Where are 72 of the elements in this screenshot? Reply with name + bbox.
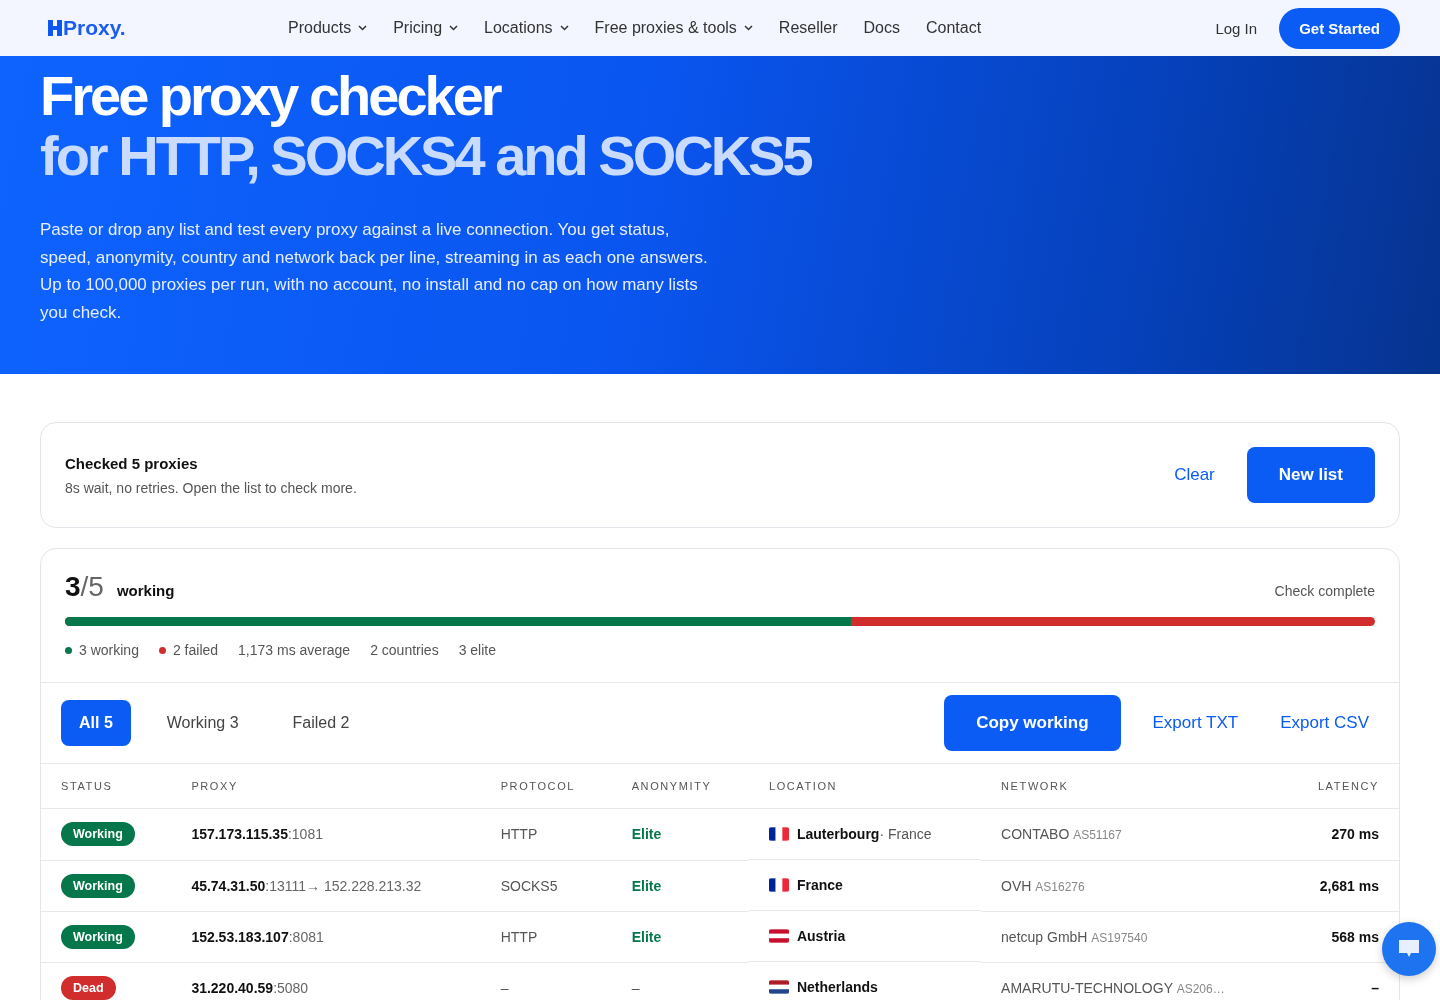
hero-title: Free proxy checker xyxy=(40,66,502,126)
filter-tab[interactable]: All 5 xyxy=(61,700,131,746)
stat-text: 2 failed xyxy=(172,642,219,658)
network-text: AMARUTU-TECHNOLOGY AS206… xyxy=(1001,979,1225,996)
logo-mark-icon xyxy=(48,20,62,36)
status-badge: Working xyxy=(61,924,135,949)
nav-link[interactable]: Contact xyxy=(925,19,982,37)
network-text: CONTABO AS51167 xyxy=(1001,826,1122,843)
column-header: LOCATION xyxy=(748,764,982,809)
network-text: netcup GmbH AS197540 xyxy=(1001,928,1148,945)
latency-text: 568 ms xyxy=(1331,928,1379,945)
new-list-button[interactable]: New list xyxy=(1246,447,1375,503)
nav-link[interactable]: Reseller xyxy=(778,19,838,37)
hero-subtitle: for HTTP, SOCKS4 and SOCKS5 xyxy=(40,126,813,186)
protocol-text: – xyxy=(500,979,509,996)
stat-text: 3 working xyxy=(79,642,139,658)
summary-title: Checked 5 proxies xyxy=(65,454,199,472)
location-text: France xyxy=(796,877,843,893)
clear-button[interactable]: Clear xyxy=(1174,465,1215,485)
working-count: 3/5 xyxy=(65,571,104,603)
protocol-text: HTTP xyxy=(500,928,538,945)
proxy-address: 152.53.183.107:8081 xyxy=(191,928,324,945)
working-label: working xyxy=(116,582,176,599)
export-button[interactable]: Export TXT xyxy=(1152,713,1239,733)
nav-link[interactable]: Docs xyxy=(863,19,900,37)
nav-link[interactable]: Locations xyxy=(484,19,569,37)
network-text: OVH AS16276 xyxy=(1001,877,1085,894)
summary-subtitle: 8s wait, no retries. Open the list to check more. xyxy=(65,479,358,496)
proxy-address: 45.74.31.50:13111→ 152.228.213.32 xyxy=(191,877,422,894)
status-badge: Dead xyxy=(61,975,116,1000)
status-badge: Working xyxy=(61,873,135,898)
hero-text: Paste or drop any list and test every proxy against a live connection. You get status, speed, anonymity, country and network back per line, streaming in as each one answers. Up to 100,000 proxies per run, with no account, no install and no cap on how many lists you check. xyxy=(40,219,709,324)
nav-link[interactable]: Products xyxy=(288,19,368,37)
location-text: Austria xyxy=(796,928,846,944)
anonymity-text: Elite xyxy=(631,826,662,843)
filter-tab[interactable]: Failed 2 xyxy=(274,700,368,746)
protocol-text: SOCKS5 xyxy=(500,877,558,894)
proxy-address: 157.173.115.35:1081 xyxy=(191,826,323,843)
location-text: Lauterbourg· France xyxy=(796,826,932,842)
chevron-down-icon xyxy=(559,25,569,31)
chevron-down-icon xyxy=(449,25,459,31)
column-header: NETWORK xyxy=(981,764,1284,809)
protocol-text: HTTP xyxy=(500,826,538,843)
latency-text: 270 ms xyxy=(1331,826,1379,843)
anonymity-text: Elite xyxy=(631,928,662,945)
nav-link[interactable]: Pricing xyxy=(393,19,459,37)
check-status: Check complete xyxy=(1274,583,1375,599)
column-header: PROTOCOL xyxy=(480,764,612,809)
proxy-address: 31.220.40.59:5080 xyxy=(191,979,309,996)
status-badge: Working xyxy=(61,822,135,847)
stat-text: 3 elite xyxy=(458,642,496,658)
latency-text: – xyxy=(1371,979,1379,996)
nav-link[interactable]: Free proxies & tools xyxy=(594,19,753,37)
location-text: Netherlands xyxy=(796,979,878,995)
get-started-button[interactable]: Get Started xyxy=(1279,7,1400,49)
column-header: LATENCY xyxy=(1283,764,1399,809)
filter-tab[interactable]: Working 3 xyxy=(148,700,257,746)
column-header: ANONYMITY xyxy=(611,764,749,809)
stat-text: 2 countries xyxy=(370,642,439,658)
logo[interactable]: Proxy. xyxy=(48,16,288,40)
export-button[interactable]: Export CSV xyxy=(1280,713,1369,733)
login-link[interactable]: Log In xyxy=(1215,19,1258,37)
chevron-down-icon xyxy=(743,25,753,31)
stat-text: 1,173 ms average xyxy=(238,642,351,658)
anonymity-text: – xyxy=(631,979,640,996)
chevron-down-icon xyxy=(358,25,368,31)
chat-button[interactable] xyxy=(1382,922,1436,976)
column-header: PROXY xyxy=(171,764,481,809)
copy-working-button[interactable]: Copy working xyxy=(944,695,1121,751)
column-header: STATUS xyxy=(41,764,172,809)
anonymity-text: Elite xyxy=(631,877,662,894)
latency-text: 2,681 ms xyxy=(1319,877,1379,894)
